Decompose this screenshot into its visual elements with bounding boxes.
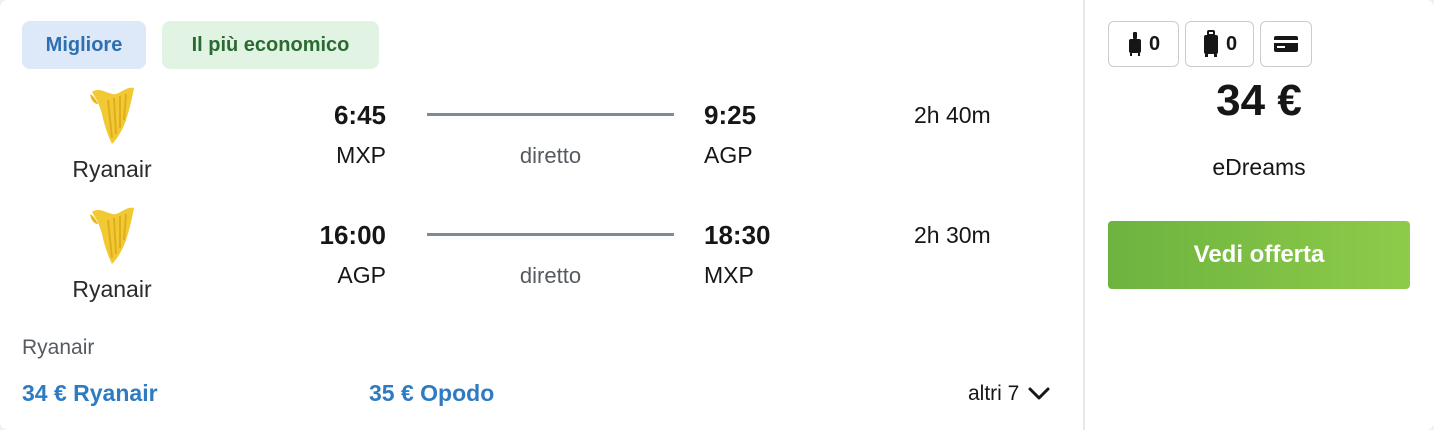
cabin-bag-count: 0 xyxy=(1148,32,1161,55)
departure-time: 16:00 xyxy=(319,220,387,250)
total-price: 34 € xyxy=(1216,76,1302,125)
departure-airport: MXP xyxy=(336,142,386,168)
route-line xyxy=(427,233,674,236)
credit-card-icon xyxy=(1274,36,1298,52)
flight-duration: 2h 40m xyxy=(914,102,991,128)
checked-bag-count: 0 xyxy=(1225,32,1238,55)
more-deals-label: altri 7 xyxy=(968,382,1020,405)
deal-link-opodo[interactable]: 35 € Opodo xyxy=(369,380,494,407)
flight-result-card[interactable]: Migliore Il più economico Ryanair 6:45 M… xyxy=(0,0,1434,430)
payment-card-info[interactable] xyxy=(1260,21,1312,67)
operated-by-label: Ryanair xyxy=(22,336,95,359)
cheapest-badge: Il più economico xyxy=(162,21,379,69)
airline-name: Ryanair xyxy=(72,276,152,302)
chevron-down-icon xyxy=(1028,387,1050,400)
card-divider xyxy=(1083,0,1085,430)
provider-name: eDreams xyxy=(1212,154,1306,180)
stops-label: diretto xyxy=(519,143,582,168)
flight-duration: 2h 30m xyxy=(914,222,991,248)
arrival-airport: MXP xyxy=(704,262,754,288)
cabin-bag-info[interactable]: 0 xyxy=(1108,21,1179,67)
ryanair-harp-logo-icon xyxy=(90,207,134,264)
departure-time: 6:45 xyxy=(333,100,386,130)
deal-link-ryanair[interactable]: 34 € Ryanair xyxy=(22,380,158,407)
view-offer-button[interactable]: Vedi offerta xyxy=(1108,221,1410,289)
departure-airport: AGP xyxy=(337,262,386,288)
stops-label: diretto xyxy=(519,263,582,288)
cabin-bag-icon xyxy=(1128,32,1141,56)
more-deals-toggle[interactable]: altri 7 xyxy=(968,382,1051,406)
checked-bag-icon xyxy=(1203,30,1218,57)
arrival-time: 9:25 xyxy=(704,100,757,130)
checked-bag-info[interactable]: 0 xyxy=(1185,21,1254,67)
route-line xyxy=(427,113,674,116)
ryanair-harp-logo-icon xyxy=(90,87,134,144)
arrival-airport: AGP xyxy=(704,142,753,168)
arrival-time: 18:30 xyxy=(704,220,771,250)
airline-name: Ryanair xyxy=(72,156,152,182)
best-badge: Migliore xyxy=(22,21,146,69)
